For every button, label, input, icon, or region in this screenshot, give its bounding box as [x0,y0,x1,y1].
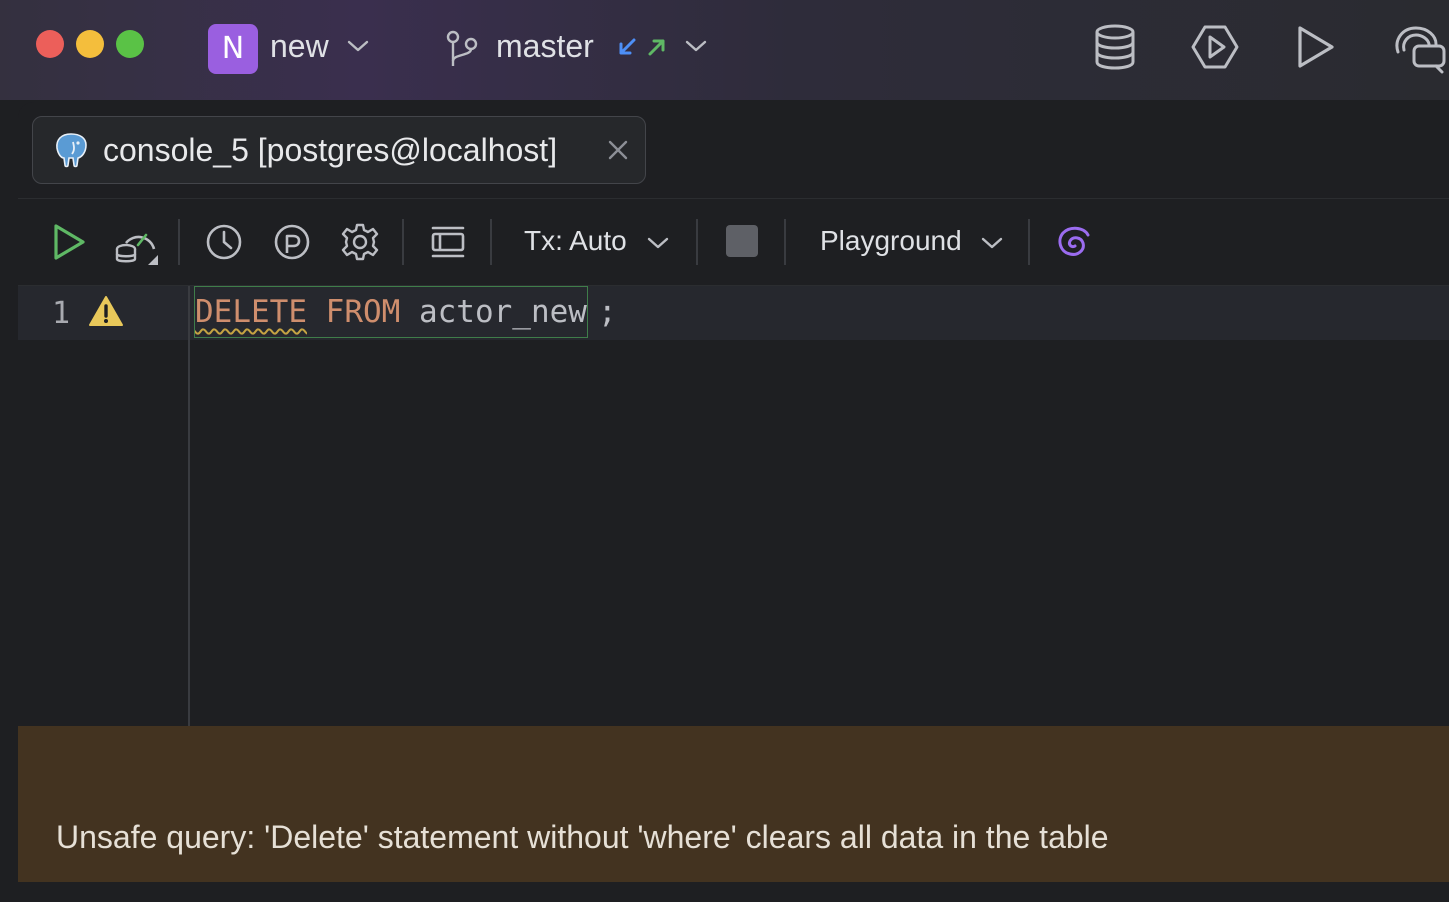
title-bar: N new master [0,0,1449,100]
keyword-delete: DELETE [195,294,307,330]
close-tab-icon[interactable] [605,137,631,163]
toolbar-separator [490,219,492,265]
toolbar-separator [784,219,786,265]
table-name: actor_new [418,294,587,330]
sql-statement[interactable]: DELETE FROM actor_new [194,286,588,338]
editor-tab-bar: console_5 [postgres@localhost] [18,102,1449,199]
minimize-window-button[interactable] [76,30,104,58]
gutter-divider [188,286,190,726]
toolbar-separator [178,219,180,265]
tx-chevron-down-icon[interactable] [646,235,670,251]
schema-dropdown[interactable]: Playground [820,221,962,261]
tab-console-5[interactable]: console_5 [postgres@localhost] [32,116,646,184]
run-icon[interactable] [1292,22,1338,72]
editor-panel: console_5 [postgres@localhost] Tx: Auto … [18,102,1449,882]
schema-chevron-down-icon[interactable] [980,235,1004,251]
editor-toolbar: Tx: Auto Playground [18,199,1449,286]
stop-button[interactable] [726,225,758,257]
database-icon[interactable] [1092,22,1138,72]
zoom-window-button[interactable] [116,30,144,58]
statement-terminator: ; [598,294,617,330]
banner-message: Unsafe query: 'Delete' statement without… [56,819,1109,855]
run-configuration-icon[interactable] [1190,22,1240,72]
ai-chat-icon[interactable] [1392,22,1449,74]
close-window-button[interactable] [36,30,64,58]
branch-chevron-down-icon[interactable] [684,38,708,54]
project-name[interactable]: new [270,24,329,68]
warning-icon[interactable] [88,294,124,328]
branch-name[interactable]: master [496,24,594,68]
parameters-p-icon[interactable] [272,221,312,263]
output-layout-icon[interactable] [430,221,466,263]
ai-assistant-spiral-icon[interactable] [1054,221,1094,263]
tab-label: console_5 [postgres@localhost] [103,132,558,168]
keyword-from: FROM [325,294,401,330]
explain-plan-icon[interactable] [114,221,160,267]
toolbar-separator [1028,219,1030,265]
project-badge[interactable]: N [208,24,258,74]
git-branch-icon[interactable] [444,30,480,68]
toolbar-separator [696,219,698,265]
outgoing-changes-icon [648,39,665,56]
toolbar-separator [402,219,404,265]
project-chevron-down-icon[interactable] [346,38,370,54]
history-clock-icon[interactable] [204,221,244,263]
incoming-changes-icon [619,38,636,55]
unsafe-query-banner: Unsafe query: 'Delete' statement without… [18,726,1449,882]
sql-editor[interactable]: 1 DELETE FROM actor_new ; [18,286,1449,726]
postgresql-elephant-icon [56,133,87,168]
execute-query-icon[interactable] [50,221,88,263]
settings-gear-icon[interactable] [340,221,380,263]
line-number: 1 [52,296,71,331]
transaction-mode-dropdown[interactable]: Tx: Auto [524,221,627,261]
